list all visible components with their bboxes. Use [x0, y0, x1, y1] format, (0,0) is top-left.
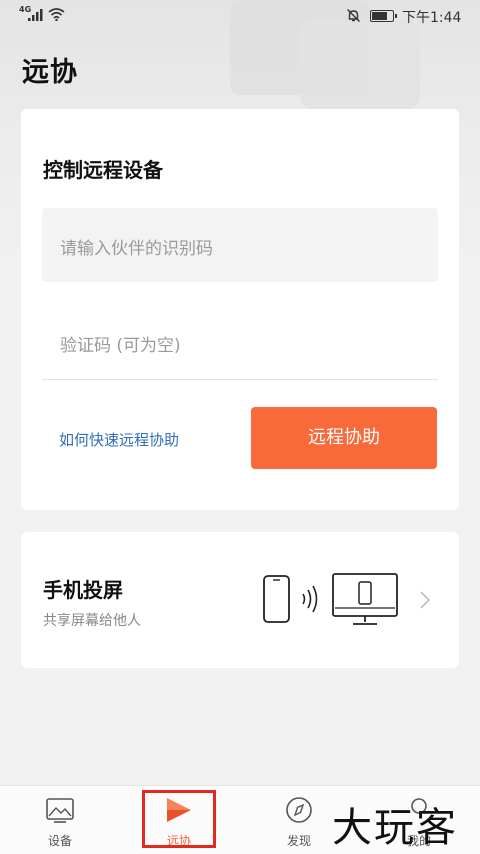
tab-discover[interactable]: 发现 [254, 786, 344, 854]
wifi-icon [48, 8, 65, 21]
battery-icon [370, 10, 397, 22]
screen-cast-card[interactable]: 手机投屏 共享屏幕给他人 [21, 532, 459, 668]
screen-cast-subtitle: 共享屏幕给他人 [43, 613, 141, 629]
screen-cast-title: 手机投屏 [43, 578, 123, 602]
remote-control-title: 控制远程设备 [43, 158, 163, 182]
tab-devices[interactable]: 设备 [15, 786, 105, 854]
watermark: 大玩客 [332, 805, 458, 851]
background-image [300, 20, 420, 110]
clock: 下午1:44 [402, 10, 462, 26]
page-title: 远协 [22, 57, 78, 88]
status-bar: 4G 下午1:44 [0, 0, 480, 32]
tab-discover-label: 发现 [286, 834, 311, 848]
highlight-box [142, 790, 216, 848]
verification-code-placeholder: 验证码 (可为空) [60, 336, 181, 356]
verification-code-input[interactable]: 验证码 (可为空) [42, 309, 438, 380]
remote-assist-button[interactable]: 远程协助 [251, 407, 437, 469]
image-icon [46, 798, 74, 823]
tab-devices-label: 设备 [47, 834, 72, 848]
compass-icon [286, 797, 312, 823]
partner-id-input[interactable]: 请输入伙伴的识别码 [42, 208, 438, 282]
partner-id-placeholder: 请输入伙伴的识别码 [60, 239, 213, 259]
phone-to-monitor-icon [263, 573, 398, 625]
help-link[interactable]: 如何快速远程协助 [59, 429, 179, 450]
remote-control-card: 控制远程设备 请输入伙伴的识别码 验证码 (可为空) 如何快速远程协助 远程协助 [21, 109, 459, 510]
chevron-right-icon [420, 591, 431, 609]
bell-off-icon [347, 9, 360, 22]
signal-icon [28, 9, 43, 21]
